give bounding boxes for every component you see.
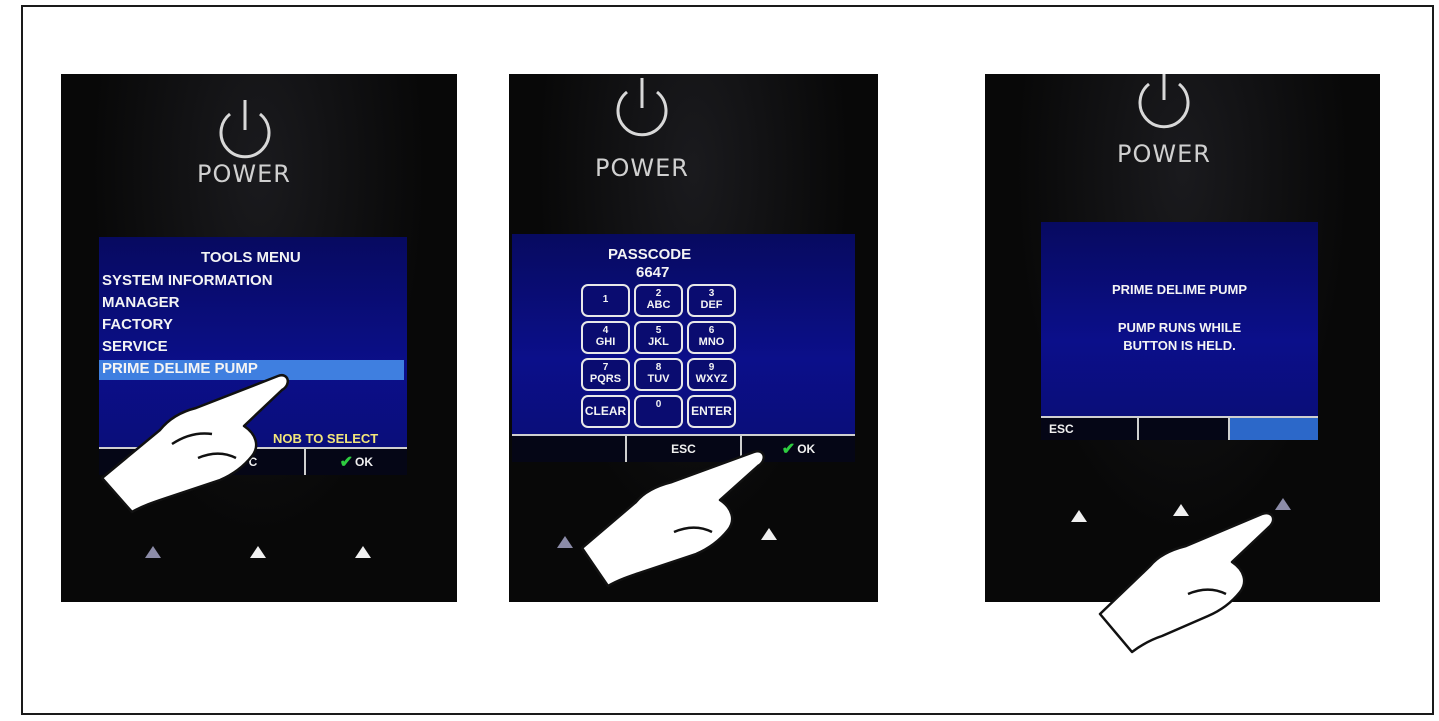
pointing-hand-icon-3: [1098, 511, 1275, 654]
power-label: POWER: [1117, 140, 1211, 168]
key-5[interactable]: 5 JKL: [634, 321, 683, 354]
menu-title: TOOLS MENU: [201, 249, 301, 266]
key-1[interactable]: 1: [581, 284, 630, 317]
softkey-right-highlighted[interactable]: [1229, 418, 1318, 440]
menu-item-factory[interactable]: FACTORY: [99, 316, 407, 333]
passcode-title: PASSCODE: [608, 246, 692, 263]
screen-message-line2: BUTTON IS HELD.: [1123, 338, 1236, 353]
key-4[interactable]: 4 GHI: [581, 321, 630, 354]
menu-item-service[interactable]: SERVICE: [99, 338, 407, 355]
ok-label: OK: [797, 442, 816, 456]
key-2[interactable]: 2 ABC: [634, 284, 683, 317]
key-enter[interactable]: ENTER: [687, 395, 736, 428]
passcode-value: 6647: [636, 264, 670, 281]
checkmark-icon: ✔: [781, 441, 796, 458]
pointing-hand-icon-1: [100, 373, 290, 514]
power-icon[interactable]: [1131, 74, 1197, 136]
arrow-button-left[interactable]: [1071, 510, 1087, 522]
device-panel-tools-menu: POWER TOOLS MENU SYSTEM INFORMATION MANA…: [61, 74, 457, 602]
lcd-screen: PRIME DELIME PUMP PUMP RUNS WHILE BUTTON…: [1041, 222, 1318, 440]
softkey-middle[interactable]: [1139, 418, 1230, 440]
screen-title: PRIME DELIME PUMP: [1111, 282, 1248, 297]
menu-item-manager[interactable]: MANAGER: [99, 294, 407, 311]
arrow-button-right[interactable]: [355, 546, 371, 558]
softkey-esc[interactable]: ESC: [1041, 418, 1140, 440]
key-6[interactable]: 6 MNO: [687, 321, 736, 354]
arrow-button-left[interactable]: [145, 546, 161, 558]
arrow-button-left[interactable]: [557, 536, 573, 548]
power-label: POWER: [595, 154, 689, 182]
arrow-button-middle[interactable]: [250, 546, 266, 558]
softkey-ok[interactable]: ✔ OK: [306, 449, 407, 475]
ok-label: OK: [355, 455, 374, 469]
key-9[interactable]: 9 WXYZ: [687, 358, 736, 391]
softkey-bar: ESC: [1041, 416, 1318, 440]
menu-item-system-information[interactable]: SYSTEM INFORMATION: [99, 272, 407, 289]
power-label: POWER: [197, 160, 291, 188]
power-icon[interactable]: [609, 74, 675, 144]
screen-message-line1: PUMP RUNS WHILE: [1117, 320, 1242, 335]
key-0[interactable]: 0: [634, 395, 683, 428]
lcd-screen: PASSCODE 6647 1 2 ABC 3 DEF 4 GHI 5 JKL 6 MNO…: [512, 234, 855, 462]
checkmark-icon: ✔: [339, 454, 354, 471]
power-icon[interactable]: [212, 96, 278, 166]
pointing-hand-icon-2: [580, 449, 766, 588]
key-clear[interactable]: CLEAR: [581, 395, 630, 428]
key-7[interactable]: 7 PQRS: [581, 358, 630, 391]
key-3[interactable]: 3 DEF: [687, 284, 736, 317]
key-8[interactable]: 8 TUV: [634, 358, 683, 391]
